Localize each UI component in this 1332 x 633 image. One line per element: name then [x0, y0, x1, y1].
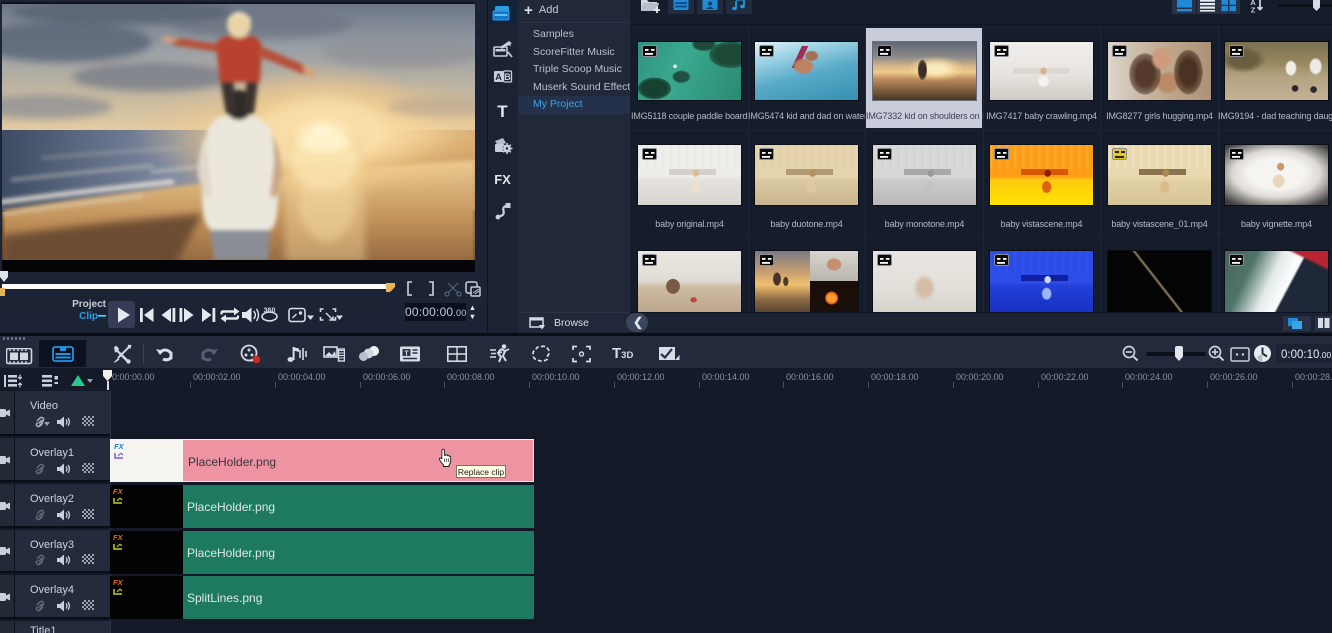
svg-text:Z: Z	[1251, 6, 1256, 14]
svg-text:360: 360	[264, 308, 276, 315]
svg-text:T: T	[404, 351, 409, 358]
svg-text:B: B	[504, 72, 511, 82]
svg-text:A: A	[495, 72, 502, 82]
